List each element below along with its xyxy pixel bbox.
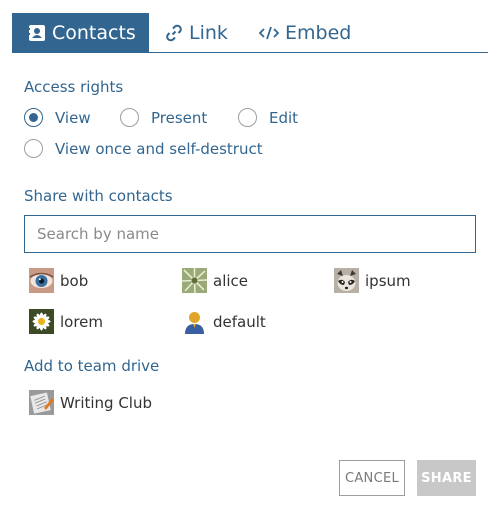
tab-embed[interactable]: Embed [259, 13, 351, 52]
contact-name: alice [213, 271, 249, 290]
radio-button[interactable] [238, 108, 257, 127]
add-to-team-drive-heading: Add to team drive [24, 357, 160, 375]
radio-button[interactable] [24, 108, 43, 127]
avatar [29, 268, 54, 293]
share-with-contacts-heading: Share with contacts [24, 187, 173, 205]
contact-alice[interactable]: alice [182, 268, 248, 293]
avatar [29, 309, 54, 334]
tab-label: Contacts [52, 21, 136, 44]
contact-name: default [213, 312, 266, 331]
tab-label: Embed [285, 21, 352, 44]
avatar [182, 268, 207, 293]
contact-lorem[interactable]: lorem [29, 309, 103, 334]
radio-present[interactable]: Present [120, 108, 207, 127]
cancel-button[interactable]: CANCEL [339, 460, 405, 496]
radio-label: View [55, 108, 91, 127]
radio-button[interactable] [24, 139, 43, 158]
radio-view[interactable]: View [24, 108, 91, 127]
code-icon [259, 24, 279, 42]
contact-name: bob [60, 271, 89, 290]
tab-link[interactable]: Link [165, 13, 228, 52]
radio-button[interactable] [120, 108, 139, 127]
share-tabs: Contacts Link Embed [12, 13, 488, 53]
radio-edit[interactable]: Edit [238, 108, 298, 127]
contact-card-icon [28, 24, 46, 42]
tab-label: Link [189, 21, 228, 44]
contact-ipsum[interactable]: ipsum [334, 268, 411, 293]
link-icon [165, 24, 183, 42]
search-input[interactable] [24, 215, 476, 253]
team-drive-writing-club[interactable]: Writing Club [29, 390, 152, 415]
radio-label: Present [151, 108, 208, 127]
avatar [334, 268, 359, 293]
contact-bob[interactable]: bob [29, 268, 88, 293]
contact-default[interactable]: default [182, 309, 266, 334]
access-rights-heading: Access rights [24, 78, 124, 96]
share-button[interactable]: SHARE [417, 460, 476, 496]
default-user-icon [182, 309, 207, 334]
radio-label: View once and self-destruct [55, 139, 263, 158]
contact-name: ipsum [365, 271, 411, 290]
tab-contacts[interactable]: Contacts [12, 13, 149, 52]
contact-name: lorem [60, 312, 104, 331]
avatar [29, 390, 54, 415]
drive-name: Writing Club [60, 393, 153, 412]
radio-view-once[interactable]: View once and self-destruct [24, 139, 263, 158]
radio-label: Edit [269, 108, 299, 127]
